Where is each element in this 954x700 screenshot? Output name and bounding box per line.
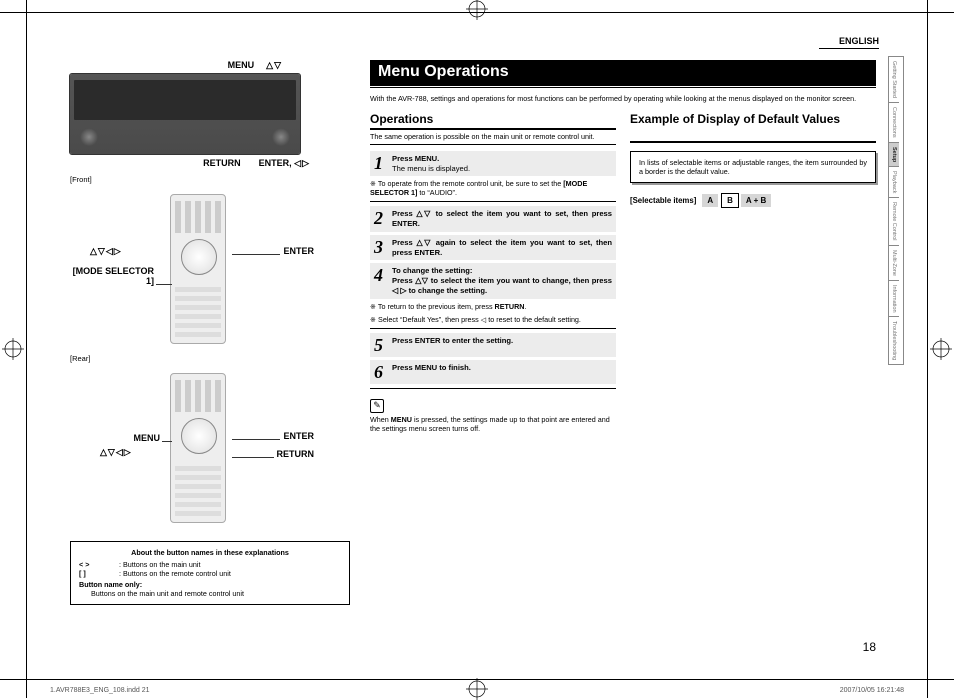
arrows-4way-icon: △▽◁▷	[90, 246, 122, 257]
tab-troubleshooting: Troubleshooting	[889, 317, 899, 364]
arrow-up-down-icon: △▽	[266, 60, 282, 71]
callout-enter: ENTER,	[259, 158, 292, 168]
step-6-text: Press MENU to finish.	[392, 363, 612, 372]
example-title: Example of Display of Default Values	[630, 113, 876, 143]
callout-enter-rear: ENTER	[283, 431, 314, 441]
section-title-band: Menu Operations	[370, 60, 876, 86]
footer-timestamp: 2007/10/05 16:21:48	[840, 687, 904, 694]
legend-sym-bracket: [ ]	[79, 569, 111, 578]
footnote-text: When MENU is pressed, the settings made …	[370, 415, 616, 433]
callout-return-rear: RETURN	[277, 449, 315, 459]
chip-a: A	[702, 194, 718, 207]
note-return: To return to the previous item, press RE…	[370, 302, 616, 311]
page-content: ENGLISH Getting Started Connections Setu…	[50, 36, 904, 658]
tab-remote-control: Remote Control	[889, 198, 899, 246]
step-4: 4 To change the setting:Press △▽ to sele…	[370, 263, 616, 298]
step-6: 6 Press MENU to finish.	[370, 360, 616, 384]
registration-mark-bottom	[466, 678, 488, 700]
registration-mark-right	[930, 338, 952, 360]
language-header: ENGLISH	[819, 36, 879, 49]
note-mode-selector: To operate from the remote control unit,…	[370, 179, 616, 197]
step-5: 5 Press ENTER to enter the setting.	[370, 333, 616, 357]
operations-subtitle: The same operation is possible on the ma…	[370, 132, 616, 145]
remote-front-block: ENTER [MODE SELECTOR 1] △▽◁▷	[50, 194, 350, 354]
intro-text: With the AVR-788, settings and operation…	[370, 94, 876, 103]
right-column: Menu Operations With the AVR-788, settin…	[370, 60, 876, 437]
registration-mark-top	[466, 0, 488, 20]
callout-menu-rear: MENU	[110, 433, 160, 443]
step-3-text: Press △▽ again to select the item you wa…	[392, 238, 612, 257]
legend-text-2: : Buttons on the remote control unit	[119, 569, 231, 578]
side-tabs: Getting Started Connections Setup Playba…	[888, 56, 904, 365]
main-unit-illustration	[70, 74, 300, 154]
tab-getting-started: Getting Started	[889, 57, 899, 103]
crop-line-left	[26, 0, 27, 698]
step-1-text: Press MENU.The menu is displayed.	[392, 154, 612, 173]
step-1: 1 Press MENU.The menu is displayed.	[370, 151, 616, 176]
remote-rear-illustration	[170, 373, 226, 523]
step-4-text: To change the setting:Press △▽ to select…	[392, 266, 612, 295]
note-default: Select “Default Yes”, then press ◁ to re…	[370, 315, 616, 324]
crop-line-right	[927, 0, 928, 698]
operations-column: Operations The same operation is possibl…	[370, 113, 616, 437]
page-number: 18	[863, 640, 876, 654]
example-column: Example of Display of Default Values In …	[630, 113, 876, 437]
step-2: 2 Press △▽ to select the item you want t…	[370, 206, 616, 231]
legend-box: About the button names in these explanat…	[70, 541, 350, 605]
step-3: 3 Press △▽ again to select the item you …	[370, 235, 616, 260]
step-2-text: Press △▽ to select the item you want to …	[392, 209, 612, 228]
rear-label: [Rear]	[70, 354, 350, 363]
tab-playback: Playback	[889, 167, 899, 198]
legend-title: About the button names in these explanat…	[79, 548, 341, 557]
legend-sym-angle: < >	[79, 560, 111, 569]
arrow-left-right-icon: ◁▷	[294, 158, 310, 168]
pencil-icon: ✎	[370, 399, 384, 413]
front-label: [Front]	[70, 175, 350, 184]
left-column: MENU △▽ RETURN ENTER, ◁▷ [Front] ENTER […	[50, 60, 350, 605]
footer-file: 1.AVR788E3_ENG_108.indd 21	[50, 687, 150, 694]
tab-multi-zone: Multi-Zone	[889, 246, 899, 281]
chip-b-default: B	[721, 193, 739, 208]
legend-label-3: Button name only:	[79, 580, 142, 589]
chip-ab: A + B	[741, 194, 771, 207]
callout-menu: MENU	[228, 60, 255, 71]
example-body: In lists of selectable items or adjustab…	[630, 151, 876, 183]
arrows-4way-rear-icon: △▽◁▷	[100, 447, 132, 458]
remote-front-illustration	[170, 194, 226, 344]
tab-information: Information	[889, 281, 899, 318]
callout-enter-remote: ENTER	[283, 246, 314, 256]
selectable-label: [Selectable items]	[630, 196, 696, 205]
callout-mode-selector: [MODE SELECTOR 1]	[64, 266, 154, 286]
tab-setup: Setup	[889, 143, 899, 167]
tab-connections: Connections	[889, 103, 899, 143]
callout-return: RETURN	[203, 158, 241, 169]
selectable-row: [Selectable items] A B A + B	[630, 193, 876, 208]
legend-text-1: : Buttons on the main unit	[119, 560, 201, 569]
legend-text-3: Buttons on the main unit and remote cont…	[91, 589, 341, 598]
registration-mark-left	[2, 338, 24, 360]
step-5-text: Press ENTER to enter the setting.	[392, 336, 612, 345]
operations-title: Operations	[370, 113, 616, 130]
remote-rear-block: MENU △▽◁▷ ENTER RETURN	[50, 373, 350, 533]
